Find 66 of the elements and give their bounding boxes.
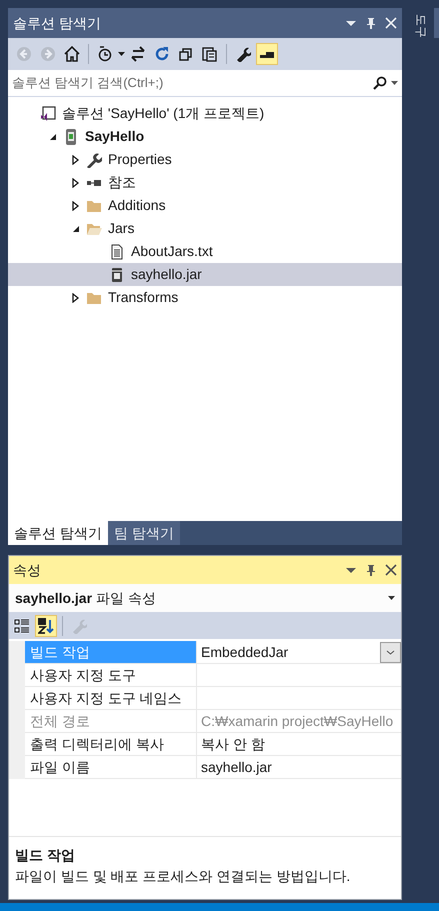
search-icon[interactable] [373, 76, 387, 90]
panel-title: 솔루션 탐색기 [13, 14, 101, 32]
pin-icon[interactable] [365, 17, 377, 29]
expanded-arrow-icon[interactable] [49, 132, 57, 140]
tree-item[interactable]: AboutJars.txt [8, 240, 402, 263]
property-value[interactable]: 복사 안 함 [201, 734, 265, 754]
text-file-icon [109, 244, 125, 260]
back-icon [16, 46, 32, 62]
wrench-icon [71, 618, 87, 634]
collapsed-arrow-icon[interactable] [72, 154, 80, 164]
tree-item[interactable]: SayHello [8, 125, 402, 148]
property-name[interactable]: 출력 디렉터리에 복사 [25, 733, 197, 755]
panel-title: 속성 [13, 560, 41, 580]
clipboard-icon [202, 46, 218, 62]
home-icon [64, 46, 80, 62]
tree-item[interactable]: 참조 [8, 171, 402, 194]
phone-icon [63, 128, 79, 144]
wrench-icon [235, 46, 251, 62]
collapsed-arrow-icon[interactable] [72, 178, 80, 188]
dropdown-button[interactable] [380, 642, 401, 662]
sort-az-icon [38, 618, 54, 634]
panel-tab[interactable]: 솔루션 탐색기 [8, 521, 108, 545]
collapsed-arrow-icon[interactable] [72, 200, 80, 210]
chevron-down-icon [386, 650, 395, 654]
property-name[interactable]: 파일 이름 [25, 756, 197, 778]
description-text: 파일이 빌드 및 배포 프로세스와 연결되는 방법입니다. [15, 867, 352, 886]
caret-icon[interactable] [391, 81, 398, 85]
object-label: sayhello.jar 파일 속성 [15, 588, 156, 608]
close-icon[interactable] [385, 564, 397, 576]
pin-icon[interactable] [365, 564, 377, 576]
tree-item[interactable]: Additions [8, 194, 402, 217]
object-selector[interactable]: sayhello.jar 파일 속성 [9, 584, 401, 612]
collapse-icon [178, 46, 194, 62]
search-field[interactable]: 솔루션 탐색기 검색(Ctrl+;) [12, 73, 373, 93]
tree-item[interactable]: Jars [8, 217, 402, 240]
categorized-list-icon [14, 618, 30, 634]
tree-item[interactable]: sayhello.jar [8, 263, 402, 286]
property-name[interactable]: 사용자 지정 도구 [25, 664, 197, 686]
clock-icon [97, 46, 113, 62]
solution-icon [40, 106, 56, 122]
side-tab-label[interactable]: 도구 [412, 14, 430, 38]
toolbar-button[interactable] [35, 614, 57, 636]
tree-item[interactable]: 솔루션 'SayHello' (1개 프로젝트) [8, 102, 402, 125]
refresh-icon [154, 46, 170, 62]
expanded-arrow-icon[interactable] [72, 224, 80, 232]
property-row[interactable]: 사용자 지정 도구 [25, 664, 401, 687]
caret-icon [118, 52, 125, 56]
tree-item[interactable]: Transforms [8, 286, 402, 309]
property-row[interactable]: 출력 디렉터리에 복사 복사 안 함 [25, 733, 401, 756]
property-row[interactable]: 빌드 작업 EmbeddedJar [25, 641, 401, 664]
property-value[interactable]: sayhello.jar [201, 756, 272, 778]
sync-arrows-icon [130, 46, 146, 62]
panel-tab[interactable]: 팀 탐색기 [108, 521, 180, 545]
wrench-icon [86, 152, 102, 168]
property-name[interactable]: 사용자 지정 도구 네임스 [25, 687, 197, 709]
property-row[interactable]: 파일 이름 sayhello.jar [25, 756, 401, 779]
property-row[interactable]: 사용자 지정 도구 네임스 [25, 687, 401, 710]
tree-item[interactable]: Properties [8, 148, 402, 171]
forward-icon [40, 46, 56, 62]
jar-icon [109, 266, 125, 282]
caret-icon [388, 596, 395, 600]
property-value: C:₩xamarin project₩SayHello [201, 712, 394, 731]
toolbar-button[interactable] [256, 43, 278, 65]
description-title: 빌드 작업 [15, 846, 76, 865]
collapsed-arrow-icon[interactable] [72, 292, 80, 302]
property-value[interactable]: EmbeddedJar [201, 642, 288, 662]
